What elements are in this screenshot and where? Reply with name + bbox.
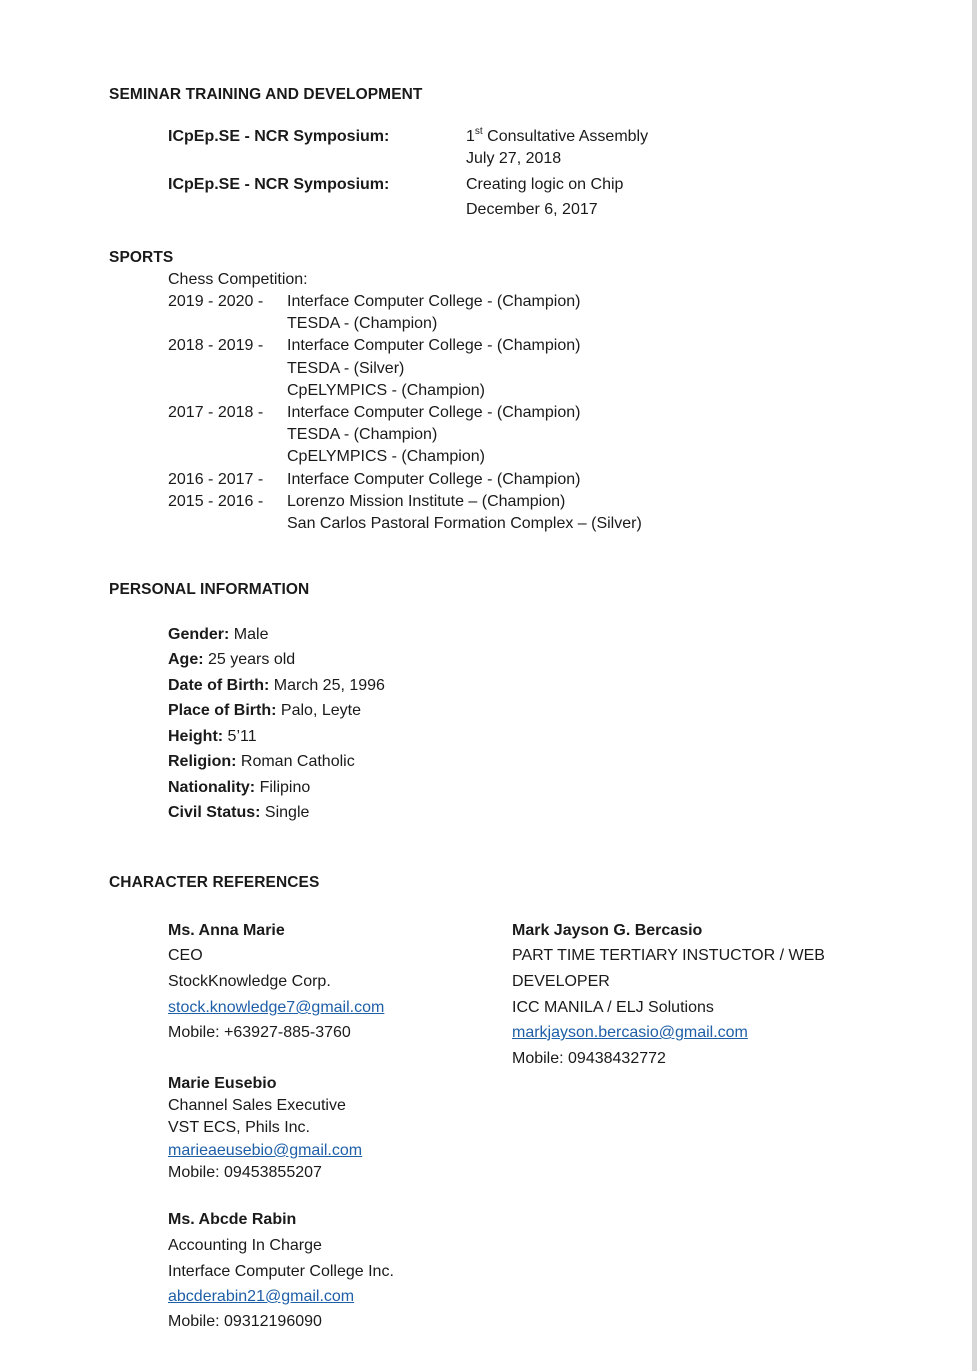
field-value: Single [260, 804, 310, 821]
field-label: Nationality: [168, 779, 256, 796]
reference-mobile: Mobile: 09312196090 [168, 1313, 322, 1330]
field-label: Religion: [168, 753, 237, 770]
sports-competition: Chess Competition: [168, 271, 308, 288]
personal-field: Gender: Male [168, 625, 268, 645]
field-label: Date of Birth: [168, 677, 270, 694]
sports-result: Interface Computer College - (Champion) [287, 404, 581, 421]
reference-mobile: Mobile: 09453855207 [168, 1164, 322, 1181]
ordinal-number: 1 [466, 128, 475, 145]
field-value: Male [229, 626, 269, 643]
field-value: Roman Catholic [236, 753, 355, 770]
reference-position: CEO [168, 947, 203, 964]
reference-name: Mark Jayson G. Bercasio [512, 922, 703, 939]
sports-year: 2017 - 2018 - [168, 404, 264, 421]
page-edge [972, 0, 977, 1371]
seminar-title: 1st Consultative Assembly [466, 127, 648, 147]
sports-result: Interface Computer College - (Champion) [287, 337, 581, 354]
reference-company: VST ECS, Phils Inc. [168, 1119, 310, 1136]
personal-heading: PERSONAL INFORMATION [109, 581, 310, 598]
sports-result: CpELYMPICS - (Champion) [287, 382, 485, 399]
sports-result: CpELYMPICS - (Champion) [287, 448, 485, 465]
reference-position: Channel Sales Executive [168, 1097, 346, 1114]
field-value: Filipino [255, 779, 311, 796]
sports-result: TESDA - (Silver) [287, 360, 405, 377]
resume-page: SEMINAR TRAINING AND DEVELOPMENT ICpEp.S… [0, 0, 977, 1371]
sports-result: Interface Computer College - (Champion) [287, 471, 581, 488]
reference-position-cont: DEVELOPER [512, 973, 610, 990]
sports-result: San Carlos Pastoral Formation Complex – … [287, 515, 642, 532]
personal-field: Age: 25 years old [168, 650, 295, 670]
sports-result: TESDA - (Champion) [287, 426, 438, 443]
reference-name: Marie Eusebio [168, 1075, 277, 1092]
field-value: 25 years old [203, 651, 296, 668]
personal-field: Religion: Roman Catholic [168, 752, 355, 772]
sports-result: Lorenzo Mission Institute – (Champion) [287, 493, 566, 510]
field-value: Palo, Leyte [276, 702, 361, 719]
seminar-date: July 27, 2018 [466, 150, 562, 167]
reference-email-link[interactable]: marieaeusebio@gmail.com [168, 1141, 362, 1161]
reference-email-link[interactable]: abcderabin21@gmail.com [168, 1287, 354, 1307]
reference-name: Ms. Abcde Rabin [168, 1211, 297, 1228]
seminar-date: December 6, 2017 [466, 201, 598, 218]
sports-result: Interface Computer College - (Champion) [287, 293, 581, 310]
sports-result: TESDA - (Champion) [287, 315, 438, 332]
seminar-title: Creating logic on Chip [466, 176, 624, 193]
sports-year: 2019 - 2020 - [168, 293, 264, 310]
reference-company: ICC MANILA / ELJ Solutions [512, 999, 714, 1016]
sports-year: 2016 - 2017 - [168, 471, 264, 488]
field-value: March 25, 1996 [269, 677, 385, 694]
seminar-title-text: Consultative Assembly [487, 128, 649, 145]
personal-field: Place of Birth: Palo, Leyte [168, 701, 361, 721]
reference-position: Accounting In Charge [168, 1237, 322, 1254]
reference-company: Interface Computer College Inc. [168, 1263, 394, 1280]
reference-company: StockKnowledge Corp. [168, 973, 331, 990]
sports-year: 2015 - 2016 - [168, 493, 264, 510]
field-value: 5’11 [223, 728, 257, 745]
ordinal-suffix: st [474, 126, 483, 137]
reference-position: PART TIME TERTIARY INSTUCTOR / WEB [512, 947, 825, 964]
personal-field: Nationality: Filipino [168, 778, 310, 798]
personal-field: Date of Birth: March 25, 1996 [168, 676, 385, 696]
field-label: Height: [168, 728, 224, 745]
reference-email-link[interactable]: stock.knowledge7@gmail.com [168, 998, 384, 1018]
reference-mobile: Mobile: 09438432772 [512, 1050, 666, 1067]
personal-field: Civil Status: Single [168, 803, 309, 823]
reference-name: Ms. Anna Marie [168, 922, 285, 939]
seminar-heading: SEMINAR TRAINING AND DEVELOPMENT [109, 86, 423, 103]
reference-email-link[interactable]: markjayson.bercasio@gmail.com [512, 1023, 748, 1043]
seminar-label: ICpEp.SE - NCR Symposium: [168, 128, 390, 145]
reference-mobile: Mobile: +63927-885-3760 [168, 1024, 351, 1041]
field-label: Place of Birth: [168, 702, 277, 719]
personal-field: Height: 5’11 [168, 727, 257, 747]
sports-year: 2018 - 2019 - [168, 337, 264, 354]
field-label: Age: [168, 651, 204, 668]
field-label: Gender: [168, 626, 230, 643]
field-label: Civil Status: [168, 804, 261, 821]
sports-heading: SPORTS [109, 249, 174, 266]
references-heading: CHARACTER REFERENCES [109, 874, 320, 891]
seminar-label: ICpEp.SE - NCR Symposium: [168, 176, 390, 193]
